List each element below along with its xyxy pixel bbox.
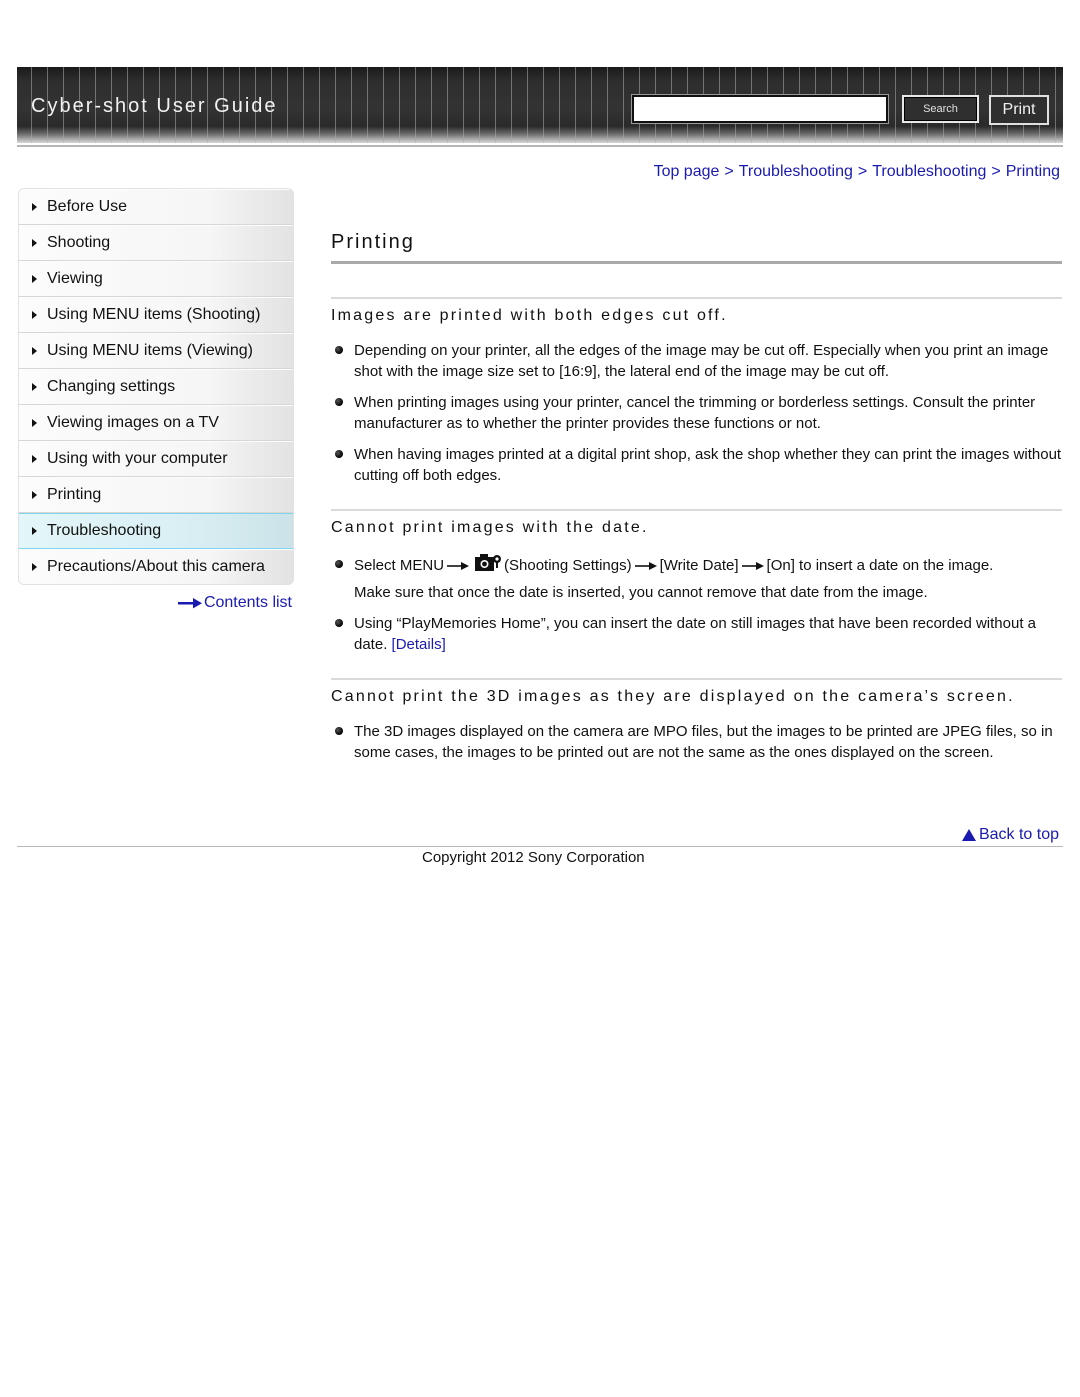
list-item: When having images printed at a digital … bbox=[331, 444, 1062, 486]
breadcrumb-printing[interactable]: Printing bbox=[1006, 163, 1060, 180]
section-divider bbox=[331, 678, 1062, 680]
list-item-text: Select MENU bbox=[354, 557, 445, 574]
sidebar-item-troubleshooting[interactable]: Troubleshooting bbox=[19, 513, 293, 549]
sidebar-item-label: Precautions/About this camera bbox=[47, 558, 265, 575]
section-edges-cut-off: Images are printed with both edges cut o… bbox=[331, 297, 1062, 486]
sidebar-item-before-use[interactable]: Before Use bbox=[19, 189, 293, 225]
list-item-text: Depending on your printer, all the edges… bbox=[354, 342, 1049, 380]
sidebar-item-label: Changing settings bbox=[47, 378, 176, 395]
triangle-right-icon bbox=[32, 563, 37, 571]
bullet-list: Select MENU (Shooting Settings) [Write Dat… bbox=[331, 552, 1062, 655]
breadcrumb-troubleshooting-sub[interactable]: Troubleshooting bbox=[872, 163, 986, 180]
contents-list-label: Contents list bbox=[203, 594, 292, 611]
sidebar-item-label: Using MENU items (Viewing) bbox=[47, 342, 253, 359]
copyright-text: Copyright 2012 Sony Corporation bbox=[422, 849, 645, 866]
list-item-text: [On] to insert a date on the image. bbox=[766, 557, 994, 574]
sidebar-item-label: Before Use bbox=[47, 198, 128, 215]
sidebar-item-label: Printing bbox=[47, 486, 102, 503]
sidebar-item-viewing[interactable]: Viewing bbox=[19, 261, 293, 297]
breadcrumb: Top page > Troubleshooting > Troubleshooting… bbox=[654, 163, 1060, 181]
arrow-right-icon bbox=[634, 562, 657, 571]
contents-list-link[interactable]: Contents list bbox=[177, 594, 292, 612]
arrow-right-icon bbox=[447, 562, 470, 571]
back-to-top-label: Back to top bbox=[978, 826, 1059, 843]
sidebar-item-label: Viewing bbox=[47, 270, 103, 287]
section-3d-images: Cannot print the 3D images as they are d… bbox=[331, 678, 1062, 763]
details-link[interactable]: [Details] bbox=[392, 636, 446, 653]
footer-divider bbox=[17, 846, 1063, 847]
section-title: Cannot print the 3D images as they are d… bbox=[331, 688, 1015, 705]
bullet-icon bbox=[335, 398, 343, 406]
search-input[interactable] bbox=[631, 94, 889, 124]
sidebar-item-changing-settings[interactable]: Changing settings bbox=[19, 369, 293, 405]
breadcrumb-separator: > bbox=[724, 163, 734, 180]
breadcrumb-top-page[interactable]: Top page bbox=[654, 163, 720, 180]
bullet-icon bbox=[335, 450, 343, 458]
sidebar-item-label: Using with your computer bbox=[47, 450, 228, 467]
bullet-list: Depending on your printer, all the edges… bbox=[331, 340, 1062, 486]
section-divider bbox=[331, 297, 1062, 299]
site-header: Cyber-shot User Guide Search Print bbox=[17, 67, 1063, 143]
bullet-icon bbox=[335, 560, 343, 568]
section-title: Cannot print images with the date. bbox=[331, 519, 649, 536]
sidebar-item-label: Troubleshooting bbox=[47, 522, 162, 539]
list-item-text: [Write Date] bbox=[659, 557, 739, 574]
triangle-right-icon bbox=[32, 383, 37, 391]
list-item-text: Using “PlayMemories Home”, you can inser… bbox=[354, 615, 1037, 653]
list-item: The 3D images displayed on the camera ar… bbox=[331, 721, 1062, 763]
list-item: When printing images using your printer,… bbox=[331, 392, 1062, 434]
arrow-right-icon bbox=[177, 598, 202, 609]
triangle-right-icon bbox=[32, 203, 37, 211]
bullet-icon bbox=[335, 727, 343, 735]
arrow-right-icon bbox=[741, 562, 764, 571]
sidebar-item-label: Shooting bbox=[47, 234, 111, 251]
list-item: Using “PlayMemories Home”, you can inser… bbox=[331, 613, 1062, 655]
breadcrumb-separator: > bbox=[991, 163, 1001, 180]
print-button[interactable]: Print bbox=[989, 95, 1049, 125]
site-title: Cyber-shot User Guide bbox=[31, 95, 278, 117]
header-divider bbox=[17, 145, 1063, 147]
bullet-icon bbox=[335, 619, 343, 627]
list-item: Select MENU (Shooting Settings) [Write Dat… bbox=[331, 552, 1062, 603]
title-divider bbox=[331, 261, 1062, 264]
triangle-right-icon bbox=[32, 455, 37, 463]
list-item-text: Make sure that once the date is inserted… bbox=[354, 584, 928, 601]
sidebar-item-computer[interactable]: Using with your computer bbox=[19, 441, 293, 477]
sidebar-item-shooting[interactable]: Shooting bbox=[19, 225, 293, 261]
triangle-right-icon bbox=[32, 239, 37, 247]
triangle-right-icon bbox=[32, 347, 37, 355]
page-title: Printing bbox=[331, 231, 415, 253]
triangle-right-icon bbox=[32, 527, 37, 535]
section-print-date: Cannot print images with the date. Selec… bbox=[331, 509, 1062, 655]
triangle-right-icon bbox=[32, 311, 37, 319]
list-item: Depending on your printer, all the edges… bbox=[331, 340, 1062, 382]
bullet-list: The 3D images displayed on the camera ar… bbox=[331, 721, 1062, 763]
section-title: Images are printed with both edges cut o… bbox=[331, 307, 728, 324]
triangle-right-icon bbox=[32, 491, 37, 499]
triangle-right-icon bbox=[32, 275, 37, 283]
camera-settings-icon bbox=[475, 554, 502, 571]
list-item-text: When printing images using your printer,… bbox=[354, 394, 1036, 432]
triangle-right-icon bbox=[32, 419, 37, 427]
sidebar-item-label: Using MENU items (Shooting) bbox=[47, 306, 261, 323]
list-item-text: The 3D images displayed on the camera ar… bbox=[354, 723, 1053, 761]
breadcrumb-troubleshooting[interactable]: Troubleshooting bbox=[739, 163, 853, 180]
sidebar-item-menu-shooting[interactable]: Using MENU items (Shooting) bbox=[19, 297, 293, 333]
sidebar-nav: Before Use Shooting Viewing Using MENU i… bbox=[18, 188, 294, 585]
section-divider bbox=[331, 509, 1062, 511]
triangle-up-icon bbox=[961, 829, 976, 841]
list-item-text: (Shooting Settings) bbox=[504, 557, 632, 574]
main-content: Printing Images are printed with both ed… bbox=[331, 225, 1062, 773]
back-to-top-link[interactable]: Back to top bbox=[961, 826, 1059, 844]
list-item-text: When having images printed at a digital … bbox=[354, 446, 1062, 484]
breadcrumb-separator: > bbox=[857, 163, 868, 180]
bullet-icon bbox=[335, 346, 343, 354]
sidebar-item-printing[interactable]: Printing bbox=[19, 477, 293, 513]
sidebar-item-menu-viewing[interactable]: Using MENU items (Viewing) bbox=[19, 333, 293, 369]
search-button[interactable]: Search bbox=[902, 95, 979, 123]
sidebar-item-viewing-tv[interactable]: Viewing images on a TV bbox=[19, 405, 293, 441]
sidebar-item-label: Viewing images on a TV bbox=[47, 414, 219, 431]
sidebar-item-precautions[interactable]: Precautions/About this camera bbox=[19, 549, 293, 584]
